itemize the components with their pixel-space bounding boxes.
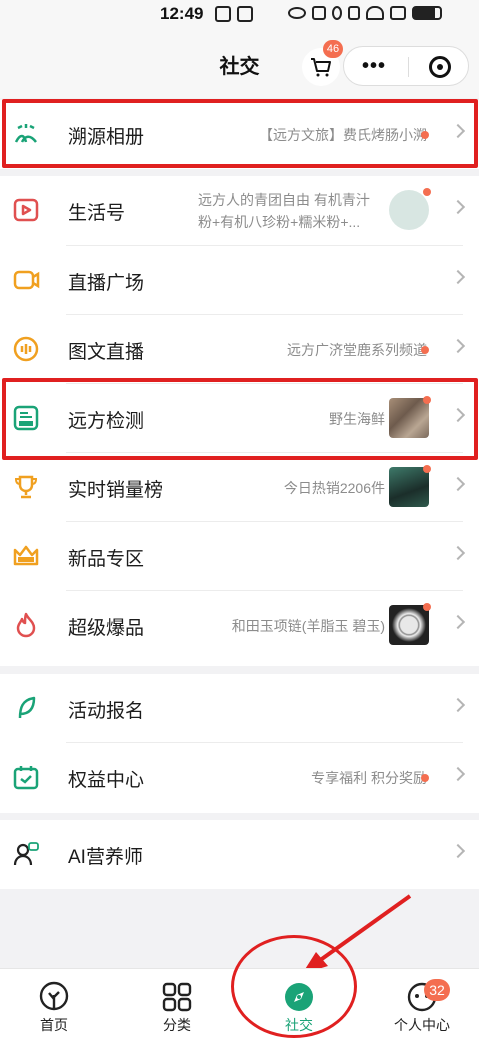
wifi-icon xyxy=(366,6,384,20)
audio-icon xyxy=(13,336,39,362)
avatar-thumbnail xyxy=(389,190,429,230)
menu-label: 生活号 xyxy=(68,203,126,224)
tree-icon xyxy=(39,981,69,1011)
menu-item-hot-products[interactable]: 超级爆品 和田玉项链(羊脂玉 碧玉) xyxy=(0,591,479,660)
shield-icon xyxy=(237,6,253,22)
menu-label: 权益中心 xyxy=(68,770,145,791)
upload-icon xyxy=(215,6,231,22)
ai-person-icon xyxy=(13,842,39,866)
menu-label: 图文直播 xyxy=(68,342,145,363)
nav-label: 个人中心 xyxy=(394,1017,450,1033)
miniapp-capsule: ••• xyxy=(343,46,469,86)
menu-item-benefits-center[interactable]: 权益中心 专享福利 积分奖励 xyxy=(0,743,479,812)
fire-icon xyxy=(16,612,36,638)
signal-icon xyxy=(390,6,406,20)
menu-label: 超级爆品 xyxy=(68,618,145,639)
menu-subtitle: 专享福利 积分奖励 xyxy=(311,770,427,786)
trophy-icon xyxy=(14,475,38,499)
annotation-box xyxy=(2,99,478,168)
unread-dot xyxy=(423,188,431,196)
notification-icons xyxy=(215,6,253,22)
nav-profile[interactable]: 32 个人中心 xyxy=(372,969,472,1045)
menu-item-event-signup[interactable]: 活动报名 xyxy=(0,674,479,743)
menu-label: 实时销量榜 xyxy=(68,480,164,501)
notification-badge: 32 xyxy=(424,979,450,1001)
grid-icon xyxy=(162,982,192,1012)
nav-label: 分类 xyxy=(163,1017,191,1033)
annotation-box xyxy=(2,378,478,460)
chevron-right-icon xyxy=(450,545,466,561)
menu-label: 直播广场 xyxy=(68,273,145,294)
vibrate-icon xyxy=(348,6,360,20)
menu-item-sales-ranking[interactable]: 实时销量榜 今日热销2206件 xyxy=(0,453,479,522)
bluetooth-icon xyxy=(332,6,342,20)
menu-subtitle: 远方广济堂鹿系列频道 xyxy=(287,342,427,358)
menu-subtitle: 今日热销2206件 xyxy=(283,480,385,496)
system-icons xyxy=(288,6,442,20)
status-bar: 12:49 xyxy=(0,0,479,30)
chevron-right-icon xyxy=(450,269,466,285)
product-thumbnail xyxy=(389,605,429,645)
leaf-icon xyxy=(18,696,36,719)
section-ai: AI营养师 xyxy=(0,820,479,889)
menu-label: 活动报名 xyxy=(68,701,145,722)
calendar-icon xyxy=(13,766,39,790)
product-thumbnail xyxy=(389,467,429,507)
nav-home[interactable]: 首页 xyxy=(4,969,104,1045)
cart-badge: 46 xyxy=(323,40,343,58)
nfc-icon xyxy=(312,6,326,20)
header: 社交 46 ••• xyxy=(0,30,479,98)
chevron-right-icon xyxy=(450,766,466,782)
menu-subtitle: 远方人的青团自由 有机青汁粉+有机八珍粉+糯米粉+... xyxy=(198,192,370,230)
unread-dot xyxy=(421,346,429,354)
battery-icon xyxy=(412,6,442,20)
play-icon xyxy=(13,198,39,222)
cart-icon xyxy=(311,58,331,77)
chevron-right-icon xyxy=(450,697,466,713)
annotation-circle xyxy=(231,935,357,1038)
camera-icon xyxy=(13,270,40,290)
menu-label: AI营养师 xyxy=(68,847,143,868)
menu-item-text-live[interactable]: 图文直播 远方广济堂鹿系列频道 xyxy=(0,315,479,384)
capsule-divider xyxy=(408,57,409,77)
menu-item-new-products[interactable]: 新品专区 xyxy=(0,522,479,591)
unread-dot xyxy=(421,774,429,782)
chevron-right-icon xyxy=(450,199,466,215)
menu-item-live-square[interactable]: 直播广场 xyxy=(0,246,479,315)
section-activity: 活动报名 权益中心 专享福利 积分奖励 xyxy=(0,674,479,813)
more-button[interactable]: ••• xyxy=(362,55,386,78)
status-time: 12:49 xyxy=(160,4,204,23)
nav-category[interactable]: 分类 xyxy=(127,969,227,1045)
unread-dot xyxy=(423,465,431,473)
nav-label: 首页 xyxy=(40,1017,68,1033)
unread-dot xyxy=(423,603,431,611)
menu-item-life-account[interactable]: 生活号 远方人的青团自由 有机青汁粉+有机八珍粉+糯米粉+... xyxy=(0,176,479,246)
chevron-right-icon xyxy=(450,843,466,859)
chevron-right-icon xyxy=(450,338,466,354)
eye-icon xyxy=(288,7,306,19)
chevron-right-icon xyxy=(450,476,466,492)
new-crown-icon xyxy=(13,545,39,566)
menu-subtitle: 和田玉项链(羊脂玉 碧玉) xyxy=(231,618,385,634)
menu-item-ai-nutritionist[interactable]: AI营养师 xyxy=(0,820,479,889)
chevron-right-icon xyxy=(450,614,466,630)
menu-label: 新品专区 xyxy=(68,549,145,570)
close-miniapp-button[interactable] xyxy=(429,56,451,78)
